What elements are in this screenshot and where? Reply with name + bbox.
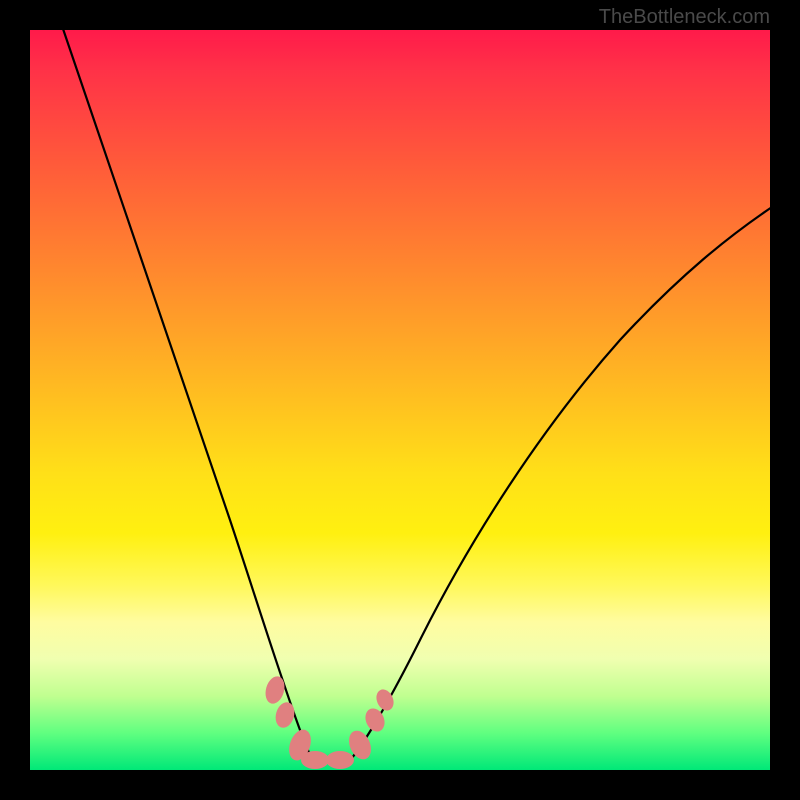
marker-valley-right (326, 751, 354, 769)
marker-left-upper (262, 674, 287, 706)
right-curve (346, 205, 775, 765)
marker-valley-left (301, 751, 329, 769)
marker-left-mid (273, 700, 297, 730)
left-curve (60, 20, 318, 765)
chart-svg (30, 30, 770, 770)
attribution-text: TheBottleneck.com (599, 6, 770, 29)
plot-area (30, 30, 770, 770)
